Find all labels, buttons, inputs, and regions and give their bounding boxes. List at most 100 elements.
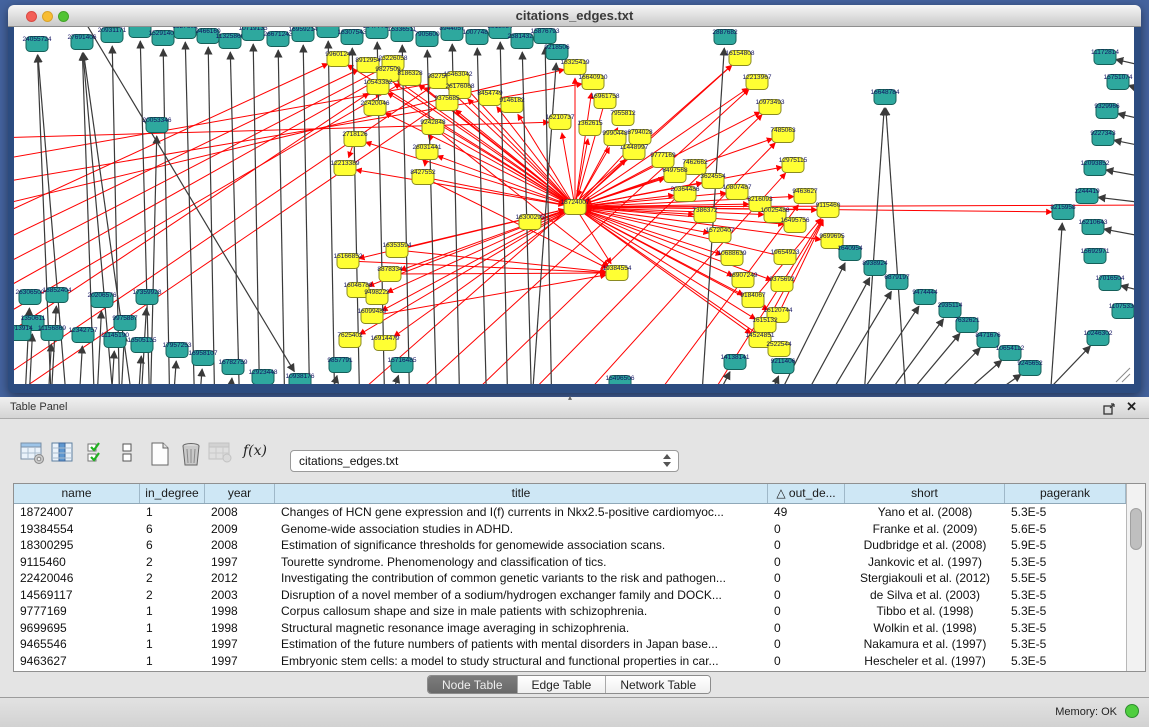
cell-pagerank[interactable]: 5.3E-5 bbox=[1005, 554, 1126, 571]
cell-pagerank[interactable]: 5.5E-5 bbox=[1005, 570, 1126, 587]
cell-out_de[interactable]: 49 bbox=[768, 504, 845, 521]
cell-out_de[interactable]: 0 bbox=[768, 521, 845, 538]
table-row[interactable]: 1456911722003Disruption of a novel membe… bbox=[14, 587, 1126, 604]
cell-short[interactable]: de Silva et al. (2003) bbox=[845, 587, 1005, 604]
cell-short[interactable]: Jankovic et al. (1997) bbox=[845, 554, 1005, 571]
table-row[interactable]: 969969511998Structural magnetic resonanc… bbox=[14, 620, 1126, 637]
cell-out_de[interactable]: 0 bbox=[768, 537, 845, 554]
cell-year[interactable]: 2008 bbox=[205, 504, 275, 521]
cell-title[interactable]: Genome-wide association studies in ADHD. bbox=[275, 521, 768, 538]
cell-in_degree[interactable]: 6 bbox=[140, 521, 205, 538]
cell-in_degree[interactable]: 1 bbox=[140, 620, 205, 637]
table-row[interactable]: 1938455462009Genome-wide association stu… bbox=[14, 521, 1126, 538]
cell-year[interactable]: 1997 bbox=[205, 554, 275, 571]
cell-in_degree[interactable]: 2 bbox=[140, 587, 205, 604]
table-row[interactable]: 946362711997Embryonic stem cells: a mode… bbox=[14, 653, 1126, 670]
table-row[interactable]: 1872400712008Changes of HCN gene express… bbox=[14, 504, 1126, 521]
cell-pagerank[interactable]: 5.3E-5 bbox=[1005, 653, 1126, 670]
cell-name[interactable]: 9115460 bbox=[14, 554, 140, 571]
cell-name[interactable]: 9463627 bbox=[14, 653, 140, 670]
cell-year[interactable]: 1998 bbox=[205, 620, 275, 637]
cell-title[interactable]: Changes of HCN gene expression and I(f) … bbox=[275, 504, 768, 521]
cell-title[interactable]: Disruption of a novel member of a sodium… bbox=[275, 587, 768, 604]
cell-out_de[interactable]: 0 bbox=[768, 570, 845, 587]
cell-year[interactable]: 2003 bbox=[205, 587, 275, 604]
cell-name[interactable]: 14569117 bbox=[14, 587, 140, 604]
cell-out_de[interactable]: 0 bbox=[768, 653, 845, 670]
cell-title[interactable]: Corpus callosum shape and size in male p… bbox=[275, 603, 768, 620]
cell-pagerank[interactable]: 5.3E-5 bbox=[1005, 587, 1126, 604]
cell-name[interactable]: 9777169 bbox=[14, 603, 140, 620]
table-row[interactable]: 2242004622012Investigating the contribut… bbox=[14, 570, 1126, 587]
table-scrollbar-thumb[interactable] bbox=[1130, 508, 1142, 550]
column-header-in_degree[interactable]: in_degree bbox=[140, 484, 205, 503]
cell-year[interactable]: 2009 bbox=[205, 521, 275, 538]
cell-pagerank[interactable]: 5.3E-5 bbox=[1005, 636, 1126, 653]
table-row[interactable]: 946554611997Estimation of the future num… bbox=[14, 636, 1126, 653]
cell-out_de[interactable]: 0 bbox=[768, 587, 845, 604]
cell-short[interactable]: Hescheler et al. (1997) bbox=[845, 653, 1005, 670]
cell-short[interactable]: Stergiakouli et al. (2012) bbox=[845, 570, 1005, 587]
cell-short[interactable]: Tibbo et al. (1998) bbox=[845, 603, 1005, 620]
cell-title[interactable]: Tourette syndrome. Phenomenology and cla… bbox=[275, 554, 768, 571]
memory-ok-indicator[interactable] bbox=[1125, 704, 1139, 718]
cell-out_de[interactable]: 0 bbox=[768, 603, 845, 620]
cell-in_degree[interactable]: 2 bbox=[140, 554, 205, 571]
cell-year[interactable]: 2008 bbox=[205, 537, 275, 554]
cell-name[interactable]: 9465546 bbox=[14, 636, 140, 653]
tab-node-table[interactable]: Node Table bbox=[428, 676, 518, 693]
cell-out_de[interactable]: 0 bbox=[768, 554, 845, 571]
function-builder-icon[interactable]: f(x) bbox=[243, 443, 267, 459]
cell-in_degree[interactable]: 1 bbox=[140, 603, 205, 620]
cell-name[interactable]: 18300295 bbox=[14, 537, 140, 554]
cell-year[interactable]: 2012 bbox=[205, 570, 275, 587]
cell-pagerank[interactable]: 5.3E-5 bbox=[1005, 603, 1126, 620]
column-header-name[interactable]: name bbox=[14, 484, 140, 503]
new-file-icon[interactable] bbox=[148, 441, 172, 472]
cell-in_degree[interactable]: 1 bbox=[140, 504, 205, 521]
cell-year[interactable]: 1997 bbox=[205, 636, 275, 653]
cell-title[interactable]: Investigating the contribution of common… bbox=[275, 570, 768, 587]
window-titlebar[interactable]: citations_edges.txt bbox=[8, 5, 1141, 27]
tab-edge-table[interactable]: Edge Table bbox=[518, 676, 607, 693]
cell-short[interactable]: Nakamura et al. (1997) bbox=[845, 636, 1005, 653]
cell-pagerank[interactable]: 5.3E-5 bbox=[1005, 504, 1126, 521]
cell-name[interactable]: 9699695 bbox=[14, 620, 140, 637]
cell-in_degree[interactable]: 2 bbox=[140, 570, 205, 587]
cell-short[interactable]: Dudbridge et al. (2008) bbox=[845, 537, 1005, 554]
column-header-year[interactable]: year bbox=[205, 484, 275, 503]
close-panel-icon[interactable]: ✕ bbox=[1126, 399, 1137, 415]
column-header-out_de[interactable]: △ out_de... bbox=[768, 484, 845, 503]
cell-name[interactable]: 18724007 bbox=[14, 504, 140, 521]
cell-title[interactable]: Estimation of the future numbers of pati… bbox=[275, 636, 768, 653]
column-select-icon[interactable] bbox=[50, 441, 76, 470]
cell-in_degree[interactable]: 1 bbox=[140, 653, 205, 670]
table-row[interactable]: 911546021997Tourette syndrome. Phenomeno… bbox=[14, 554, 1126, 571]
delete-icon[interactable] bbox=[178, 441, 204, 472]
column-header-pagerank[interactable]: pagerank bbox=[1005, 484, 1126, 503]
cell-name[interactable]: 19384554 bbox=[14, 521, 140, 538]
cell-in_degree[interactable]: 1 bbox=[140, 636, 205, 653]
cell-out_de[interactable]: 0 bbox=[768, 636, 845, 653]
cell-year[interactable]: 1998 bbox=[205, 603, 275, 620]
cell-pagerank[interactable]: 5.9E-5 bbox=[1005, 537, 1126, 554]
cell-title[interactable]: Estimation of significance thresholds fo… bbox=[275, 537, 768, 554]
cell-title[interactable]: Embryonic stem cells: a model to study s… bbox=[275, 653, 768, 670]
table-settings-icon[interactable] bbox=[20, 441, 46, 470]
float-panel-icon[interactable] bbox=[1103, 402, 1115, 414]
table-selector-combo[interactable]: citations_edges.txt bbox=[290, 450, 679, 472]
table-scrollbar[interactable] bbox=[1126, 484, 1145, 671]
cell-name[interactable]: 22420046 bbox=[14, 570, 140, 587]
cell-in_degree[interactable]: 6 bbox=[140, 537, 205, 554]
column-header-short[interactable]: short bbox=[845, 484, 1005, 503]
cell-short[interactable]: Wolkin et al. (1998) bbox=[845, 620, 1005, 637]
table-row[interactable]: 977716911998Corpus callosum shape and si… bbox=[14, 603, 1126, 620]
resize-grip-icon[interactable] bbox=[1116, 368, 1130, 382]
cell-out_de[interactable]: 0 bbox=[768, 620, 845, 637]
cell-short[interactable]: Yano et al. (2008) bbox=[845, 504, 1005, 521]
cell-short[interactable]: Franke et al. (2009) bbox=[845, 521, 1005, 538]
panel-drag-handle-icon[interactable]: ▴ bbox=[568, 393, 572, 402]
table-row[interactable]: 1830029562008Estimation of significance … bbox=[14, 537, 1126, 554]
network-canvas[interactable]: 1872400799601248912954232260589827509818… bbox=[14, 27, 1134, 384]
cell-year[interactable]: 1997 bbox=[205, 653, 275, 670]
